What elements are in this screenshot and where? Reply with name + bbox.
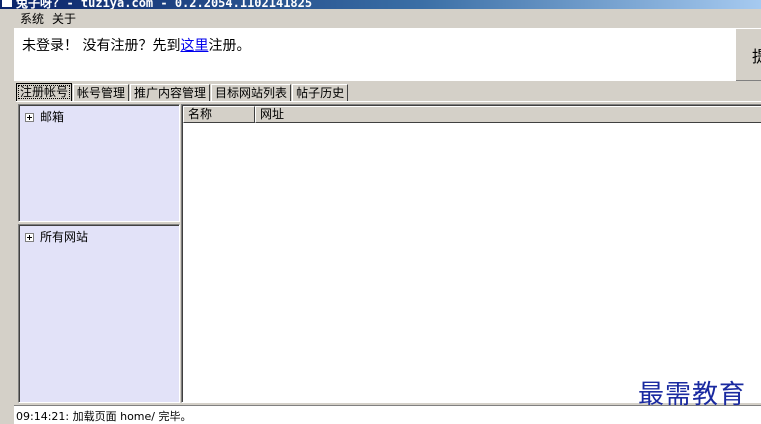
tab-promotion-content[interactable]: 推广内容管理: [130, 84, 211, 101]
expand-icon[interactable]: [25, 113, 34, 122]
tab-strip: 注册帐号 帐号管理 推广内容管理 目标网站列表 帖子历史: [16, 83, 349, 101]
login-panel: 未登录！ 没有注册？先到这里注册。: [14, 28, 761, 81]
tab-register-account[interactable]: 注册帐号: [16, 83, 73, 101]
window-title: 兔子呀? - tuziya.com - 0.2.2054.1102141825: [16, 0, 313, 9]
site-list-view[interactable]: 名称 网址: [181, 104, 761, 403]
register-link[interactable]: 这里: [180, 38, 208, 54]
column-header-name[interactable]: 名称: [183, 106, 255, 123]
menu-about[interactable]: 关于: [50, 10, 78, 27]
title-bar: 兔子呀? - tuziya.com - 0.2.2054.1102141825: [0, 0, 761, 9]
menu-bar: 系统 关于: [0, 9, 761, 26]
tab-target-sites[interactable]: 目标网站列表: [211, 84, 292, 101]
app-icon: [2, 0, 12, 7]
side-button[interactable]: 提: [735, 28, 761, 81]
watermark: 最需教育: [638, 380, 747, 410]
list-header: 名称 网址: [183, 106, 761, 123]
sites-tree[interactable]: 所有网站: [18, 224, 180, 403]
login-prefix: 未登录！ 没有注册？先到: [22, 38, 181, 54]
tree-node-mailbox[interactable]: 邮箱: [25, 108, 64, 125]
tab-account-management[interactable]: 帐号管理: [73, 84, 130, 101]
tree-node-all-sites[interactable]: 所有网站: [25, 228, 88, 245]
login-suffix: 注册。: [208, 38, 251, 54]
column-header-url[interactable]: 网址: [255, 106, 761, 123]
status-message: 09:14:21: 加载页面 home/ 完毕。: [16, 410, 192, 423]
tab-post-history[interactable]: 帖子历史: [292, 84, 349, 101]
menu-system[interactable]: 系统: [18, 10, 46, 27]
side-button-label: 提: [752, 43, 761, 67]
tree-node-label: 所有网站: [40, 230, 89, 244]
login-message: 未登录！ 没有注册？先到这里注册。: [22, 35, 250, 55]
tree-node-label: 邮箱: [40, 110, 65, 124]
expand-icon[interactable]: [25, 233, 34, 242]
tab-content: 邮箱 所有网站 名称 网址: [16, 101, 761, 403]
mailbox-tree[interactable]: 邮箱: [18, 104, 180, 222]
